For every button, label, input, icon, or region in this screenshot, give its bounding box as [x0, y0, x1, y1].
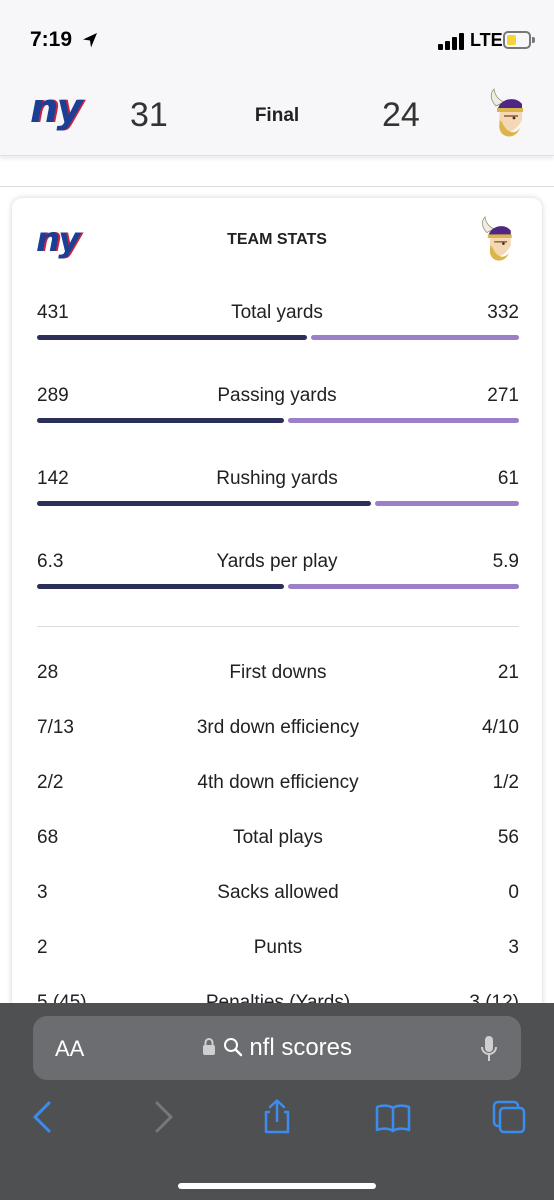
header-divider [0, 186, 554, 187]
home-bar [37, 418, 284, 423]
stat-row: 28 First downs 21 [37, 662, 519, 692]
home-bar [37, 335, 307, 340]
stat-label: Rushing yards [216, 468, 338, 489]
signal-strength-icon [438, 32, 464, 50]
lock-icon [202, 1038, 215, 1055]
tabs-icon[interactable] [491, 1099, 527, 1135]
away-stat-value: 4/10 [482, 717, 519, 738]
away-stat-value: 56 [497, 827, 519, 848]
stat-row: 2/2 4th down efficiency 1/2 [37, 772, 519, 802]
stat-label: Passing yards [217, 385, 337, 406]
bar-stat-row: 142 Rushing yards 61 [37, 468, 519, 528]
game-status: Final [254, 105, 300, 126]
away-stat-value: 3 [508, 937, 519, 958]
stat-row: 7/13 3rd down efficiency 4/10 [37, 717, 519, 747]
location-arrow-icon [83, 33, 97, 48]
home-bar [37, 501, 372, 506]
stat-label: 4th down efficiency [197, 772, 359, 793]
bar-stat-row: 289 Passing yards 271 [37, 385, 519, 445]
away-bar [311, 335, 519, 340]
vikings-logo-icon [482, 216, 512, 261]
network-type: LTE [470, 30, 503, 50]
vikings-logo-icon[interactable] [482, 88, 532, 138]
away-score: 24 [382, 96, 420, 134]
bookmarks-icon[interactable] [375, 1099, 411, 1135]
battery-icon [503, 31, 535, 49]
away-bar [375, 501, 519, 506]
browser-toolbar: AA nfl scores [0, 1003, 554, 1200]
score-header[interactable]: ny 31 Final 24 [0, 78, 554, 156]
away-stat-value: 1/2 [492, 772, 519, 793]
bar-stat-row: 431 Total yards 332 [37, 302, 519, 362]
away-stat-value: 61 [497, 468, 519, 489]
away-stat-value: 332 [487, 302, 519, 323]
url-display[interactable]: nfl scores [33, 1034, 521, 1062]
stat-row: 3 Sacks allowed 0 [37, 882, 519, 912]
microphone-icon[interactable] [479, 1034, 499, 1064]
card-title: TEAM STATS [227, 231, 327, 248]
share-icon[interactable] [259, 1099, 295, 1135]
stat-label: Total yards [231, 302, 323, 323]
stat-label: Yards per play [216, 551, 338, 572]
stats-divider [37, 626, 519, 627]
stat-label: Total plays [233, 827, 323, 848]
away-stat-value: 0 [508, 882, 519, 903]
away-stat-value: 5.9 [492, 551, 519, 572]
stat-row: 68 Total plays 56 [37, 827, 519, 857]
url-text: nfl scores [249, 1034, 353, 1061]
stat-label: Sacks allowed [217, 882, 339, 903]
address-bar[interactable]: AA nfl scores [33, 1016, 521, 1080]
status-bar: 7:19 LTE [0, 0, 554, 78]
stat-row: 2 Punts 3 [37, 937, 519, 967]
forward-icon[interactable] [145, 1099, 181, 1135]
team-stats-card: ny TEAM STATS 431 Total yards 332 289 Passin… [12, 198, 542, 1018]
bar-stat-row: 6.3 Yards per play 5.9 [37, 551, 519, 611]
status-time: 7:19 [30, 28, 73, 51]
away-bar [287, 584, 519, 589]
away-stat-value: 271 [487, 385, 519, 406]
stat-label: 3rd down efficiency [196, 717, 360, 738]
stat-label: Punts [253, 937, 303, 958]
search-icon [223, 1038, 242, 1057]
home-bar [37, 584, 284, 589]
away-stat-value: 21 [497, 662, 519, 683]
comparison-bar [37, 584, 519, 589]
home-indicator[interactable] [178, 1183, 376, 1189]
comparison-bar [37, 501, 519, 506]
stat-label: First downs [229, 662, 327, 683]
comparison-bar [37, 335, 519, 340]
back-icon[interactable] [25, 1099, 61, 1135]
away-bar [287, 418, 519, 423]
comparison-bar [37, 418, 519, 423]
